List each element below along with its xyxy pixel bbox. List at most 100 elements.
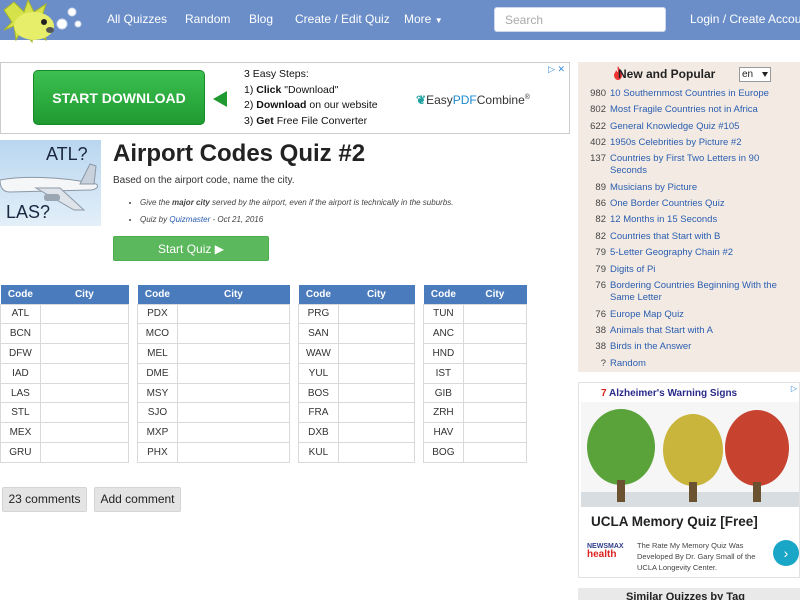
popular-item-title[interactable]: Bordering Countries Beginning With the S… [610, 280, 796, 304]
popular-item-title[interactable]: 5-Letter Geography Chain #2 [610, 247, 796, 259]
airport-code-cell: WAW [298, 343, 339, 364]
site-logo[interactable] [2, 0, 84, 52]
table-row: LAS [0, 382, 130, 404]
popular-item[interactable]: 82 Countries that Start with B [580, 231, 720, 242]
airport-code-cell: DXB [298, 422, 339, 444]
nav-random[interactable]: Random [185, 12, 230, 26]
nav-create-edit-quiz[interactable]: Create / Edit Quiz [295, 12, 390, 26]
ad-step-3-prefix: 3) [244, 114, 257, 127]
airport-code-cell: FRA [298, 402, 339, 424]
popular-item-title[interactable]: General Knowledge Quiz #105 [610, 121, 796, 133]
airport-code-cell: MSY [137, 382, 178, 404]
popular-item-title[interactable]: Europe Map Quiz [610, 309, 796, 321]
ad-steps-title: 3 Easy Steps: [244, 68, 309, 80]
login-link[interactable]: Login / Create Account [690, 12, 800, 26]
quiz-note-2: Quiz by Quizmaster - Oct 21, 2016 [140, 211, 454, 228]
note-1-pre: Give the [140, 198, 173, 207]
popular-item[interactable]: 402 1950s Celebrities by Picture #2 [580, 137, 741, 148]
ad-choices-icon[interactable]: ▷ ✕ [548, 64, 565, 75]
table-row: YUL [298, 362, 416, 384]
airport-code-cell: HND [423, 343, 464, 364]
nav-blog[interactable]: Blog [249, 12, 273, 26]
table-row: MXP [137, 422, 291, 444]
popular-item-title[interactable]: Countries by First Two Letters in 90 Sec… [610, 153, 796, 177]
table-row: KUL [298, 442, 416, 463]
airport-code-cell: PRG [298, 303, 339, 325]
nav-all-quizzes[interactable]: All Quizzes [107, 12, 167, 26]
nav-more-label: More [404, 12, 432, 26]
ad-brand-tm: ® [524, 94, 530, 101]
popular-item[interactable]: ? Random [580, 358, 646, 369]
table-header-row: Code City [423, 285, 527, 304]
table-row: GIB [423, 382, 528, 404]
popular-item-title[interactable]: 1950s Celebrities by Picture #2 [610, 137, 796, 149]
sidebar-ad-title[interactable]: UCLA Memory Quiz [Free] [591, 514, 758, 529]
city-answer-cell [176, 343, 291, 364]
popular-item-title[interactable]: Animals that Start with A [610, 325, 796, 337]
popular-item[interactable]: 76 Europe Map Quiz [580, 309, 684, 320]
popular-item[interactable]: 622 General Knowledge Quiz #105 [580, 121, 739, 132]
newsmax-health-logo: NEWSMAX health [587, 543, 624, 560]
city-answer-cell [337, 323, 416, 345]
logo-bottom: health [587, 549, 617, 560]
popular-item-title[interactable]: Random [610, 358, 796, 370]
popular-item[interactable]: 82 12 Months in 15 Seconds [580, 214, 717, 225]
airport-code-cell: GRU [0, 442, 41, 463]
head-trees-image [581, 402, 799, 507]
popular-item-count: 82 [595, 214, 606, 225]
quiz-table-2: Code City PDX MCO MEL DME MSY SJO MXP PHX [137, 285, 291, 463]
start-download-button[interactable]: START DOWNLOAD [33, 70, 205, 125]
quiz-description: Based on the airport code, name the city… [113, 175, 295, 186]
comments-count-button[interactable]: 23 comments [2, 487, 87, 512]
note-2-pre: Quiz by [140, 215, 170, 224]
popular-item-title[interactable]: One Border Countries Quiz [610, 198, 796, 210]
popular-item[interactable]: 79 5-Letter Geography Chain #2 [580, 247, 733, 258]
ad-banner[interactable]: START DOWNLOAD 3 Easy Steps: 1) Click "D… [0, 62, 570, 134]
column-header-code: Code [423, 285, 464, 304]
popular-item[interactable]: 38 Birds in the Answer [580, 341, 691, 352]
table-row: MEL [137, 343, 291, 364]
popular-item[interactable]: 38 Animals that Start with A [580, 325, 713, 336]
add-comment-button[interactable]: Add comment [94, 487, 181, 512]
popular-item-title[interactable]: Digits of Pi [610, 264, 796, 276]
start-quiz-button[interactable]: Start Quiz ▶ [113, 236, 269, 261]
ad-brand-pdf: PDF [452, 93, 477, 107]
language-value: en [742, 69, 754, 80]
popular-item[interactable]: 89 Musicians by Picture [580, 182, 697, 193]
language-select[interactable]: en [739, 67, 771, 82]
popular-item[interactable]: 980 10 Southernmost Countries in Europe [580, 88, 769, 99]
author-link[interactable]: Quizmaster [169, 215, 210, 224]
city-answer-cell [462, 323, 528, 345]
popular-item-title[interactable]: Most Fragile Countries not in Africa [610, 104, 796, 116]
city-answer-cell [337, 382, 416, 404]
sidebar-ad[interactable]: 7 Alzheimer's Warning Signs UCLA Memory … [578, 382, 800, 578]
table-row: DXB [298, 422, 416, 444]
popular-item-title[interactable]: Countries that Start with B [610, 231, 796, 243]
quiz-notes: Give the major city served by the airpor… [130, 194, 454, 228]
airport-code-cell: MCO [137, 323, 178, 345]
popular-item-title[interactable]: 10 Southernmost Countries in Europe [610, 88, 796, 100]
city-answer-cell [337, 422, 416, 444]
popular-item-title[interactable]: Birds in the Answer [610, 341, 796, 353]
nav-more[interactable]: More ▼ [404, 12, 443, 26]
city-answer-cell [176, 422, 291, 444]
ad-choices-icon[interactable]: ▷ [791, 384, 797, 393]
chevron-right-icon[interactable]: › [773, 540, 799, 566]
city-answer-cell [337, 402, 416, 424]
popular-item-title[interactable]: Musicians by Picture [610, 182, 796, 194]
ad-brand-easy: Easy [426, 93, 453, 107]
quiz-thumbnail: ATL? LAS? [0, 140, 101, 226]
popular-item[interactable]: 79 Digits of Pi [580, 264, 655, 275]
city-answer-cell [39, 442, 130, 463]
search-input[interactable] [494, 7, 666, 32]
table-row: GRU [0, 442, 130, 463]
popular-item[interactable]: 76 Bordering Countries Beginning With the… [580, 280, 776, 303]
ad-step-1-bold: Click [256, 83, 282, 96]
airport-code-cell: HAV [423, 422, 464, 444]
popular-item[interactable]: 137 Countries by First Two Letters in 90 … [580, 153, 759, 176]
table-row: HND [423, 343, 528, 364]
popular-item[interactable]: 802 Most Fragile Countries not in Africa [580, 104, 758, 115]
popular-item-title[interactable]: 12 Months in 15 Seconds [610, 214, 796, 226]
table-row: BOS [298, 382, 416, 404]
popular-item[interactable]: 86 One Border Countries Quiz [580, 198, 724, 209]
